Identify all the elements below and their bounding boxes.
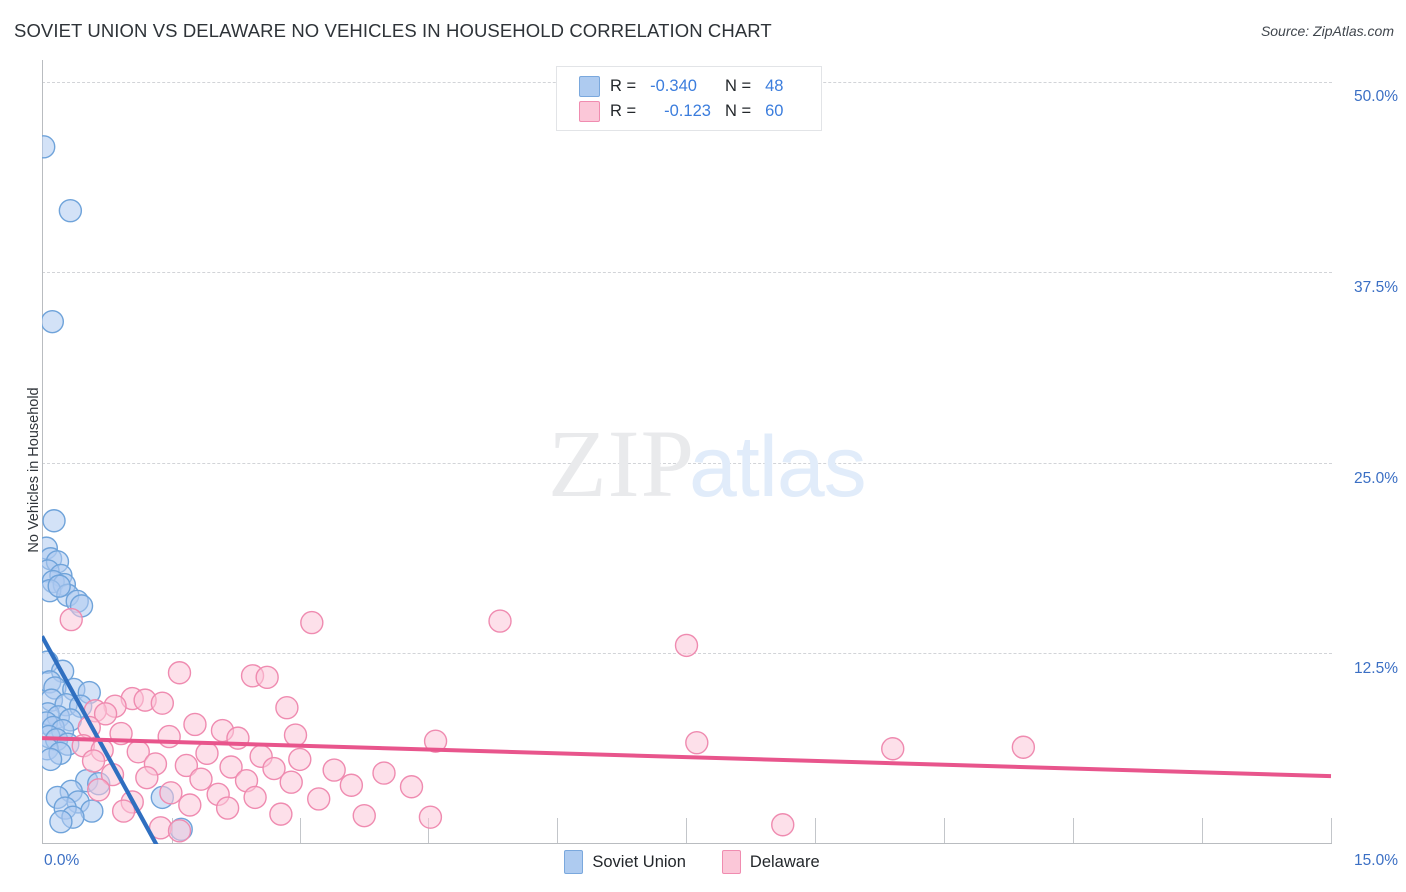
data-point bbox=[488, 609, 512, 633]
data-point bbox=[42, 135, 56, 159]
data-point bbox=[167, 819, 192, 843]
data-point bbox=[339, 773, 364, 797]
data-point bbox=[372, 761, 396, 785]
data-point bbox=[157, 724, 181, 749]
legend-item-soviet-union[interactable]: Soviet Union bbox=[564, 850, 708, 874]
stats-row-soviet-union: R = -0.340 N = 48 bbox=[579, 74, 821, 99]
data-point bbox=[771, 813, 795, 837]
legend-item-delaware[interactable]: Delaware bbox=[721, 850, 842, 874]
data-point bbox=[322, 758, 346, 782]
data-point bbox=[135, 765, 159, 790]
data-point bbox=[183, 712, 207, 737]
data-point bbox=[159, 781, 183, 805]
correlation-stats-box: R = -0.340 N = 48 R = -0.123 N = 60 bbox=[556, 66, 822, 131]
data-point bbox=[42, 747, 63, 772]
legend-label-delaware: Delaware bbox=[749, 852, 820, 871]
data-point bbox=[47, 574, 71, 598]
data-point bbox=[189, 767, 213, 791]
data-point bbox=[288, 747, 312, 772]
data-point bbox=[1011, 735, 1036, 759]
r-label-1: R = bbox=[610, 77, 637, 95]
r-value-1: -0.340 bbox=[650, 77, 697, 95]
data-point bbox=[58, 198, 83, 223]
data-point bbox=[275, 696, 299, 720]
data-point bbox=[399, 775, 424, 799]
data-point bbox=[49, 810, 73, 834]
r-label-2: R = bbox=[610, 102, 637, 120]
r-value-2: -0.123 bbox=[664, 102, 711, 120]
data-point bbox=[352, 803, 376, 828]
data-point bbox=[881, 737, 905, 761]
data-point bbox=[81, 749, 106, 773]
data-point bbox=[178, 793, 202, 817]
data-point bbox=[307, 787, 331, 811]
legend-swatch-delaware-icon bbox=[721, 850, 741, 874]
data-point bbox=[59, 607, 83, 632]
data-point bbox=[243, 785, 267, 810]
stats-row-delaware: R = -0.123 N = 60 bbox=[579, 99, 821, 124]
legend-swatch-soviet-union-icon bbox=[564, 850, 584, 874]
data-point bbox=[674, 633, 699, 658]
data-point bbox=[150, 691, 175, 715]
data-point bbox=[269, 802, 293, 826]
data-point bbox=[418, 805, 443, 829]
n-value-1: 48 bbox=[765, 77, 784, 95]
data-point bbox=[167, 661, 192, 685]
data-point bbox=[111, 799, 136, 823]
n-value-2: 60 bbox=[765, 102, 784, 120]
data-point bbox=[215, 796, 240, 820]
data-point bbox=[283, 723, 308, 747]
soviet-union-swatch-icon bbox=[579, 76, 600, 97]
n-label-1: N = bbox=[724, 77, 752, 95]
delaware-swatch-icon bbox=[579, 101, 600, 122]
data-point bbox=[255, 665, 279, 690]
data-point bbox=[195, 741, 219, 766]
data-point bbox=[279, 770, 303, 794]
n-label-2: N = bbox=[724, 102, 752, 120]
data-point bbox=[685, 730, 709, 755]
data-point bbox=[87, 778, 111, 802]
data-point bbox=[300, 610, 324, 635]
legend-label-soviet-union: Soviet Union bbox=[592, 852, 686, 871]
data-point bbox=[42, 509, 66, 533]
correlation-chart: SOVIET UNION VS DELAWARE NO VEHICLES IN … bbox=[0, 0, 1406, 892]
series-delaware bbox=[59, 607, 1036, 843]
scatter-plot-canvas bbox=[42, 135, 1332, 844]
data-point bbox=[42, 309, 65, 334]
